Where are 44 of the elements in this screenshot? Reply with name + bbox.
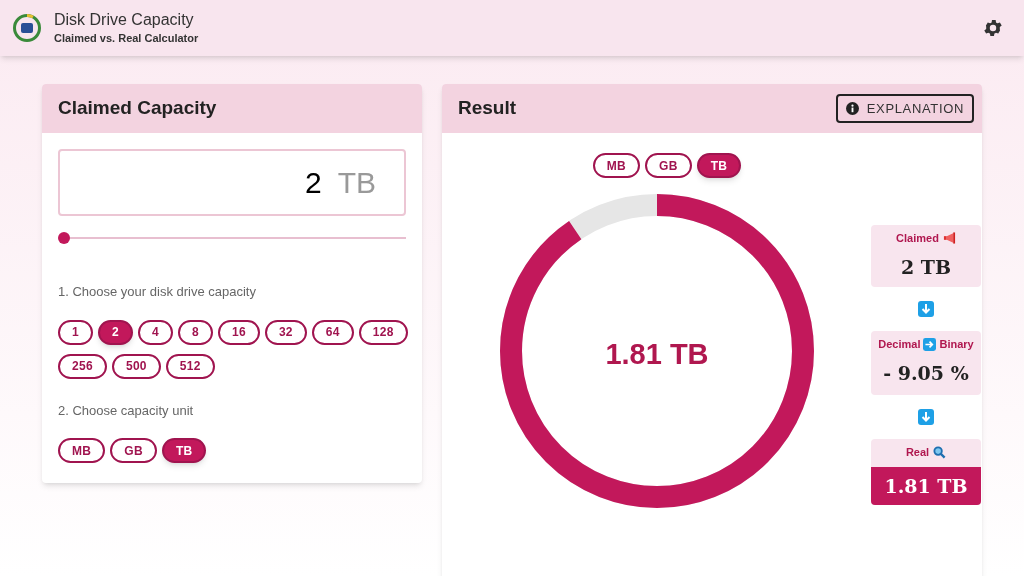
search-icon [933, 445, 947, 459]
chip[interactable]: 1 [58, 319, 93, 345]
instruction-text: 1. Choose your disk drive capacity [58, 283, 257, 301]
chip[interactable]: 500 [111, 353, 161, 379]
capacity-value: 2 [304, 165, 322, 201]
step-value: 1.81 TB [871, 466, 981, 505]
card-title: Claimed Capacity [58, 96, 217, 121]
donut-value: 1.81 TB [605, 337, 709, 369]
chip[interactable]: 32 [264, 319, 307, 345]
down-arrow-icon [918, 409, 934, 425]
down-arrow-icon [918, 301, 934, 317]
chip[interactable]: 4 [137, 319, 173, 345]
card-title: Result [458, 96, 517, 121]
chip[interactable]: 64 [311, 319, 354, 345]
chip[interactable]: MB [58, 438, 106, 463]
capacity-field[interactable]: 2 TB [58, 149, 406, 216]
chip[interactable]: 8 [177, 319, 213, 345]
capacity-unit: TB [337, 165, 376, 201]
chip[interactable]: 16 [217, 319, 260, 345]
chip[interactable]: 256 [58, 353, 107, 379]
chip[interactable]: GB [645, 153, 692, 178]
chip[interactable]: MB [592, 153, 640, 178]
app-title: Disk Drive Capacity [54, 9, 195, 30]
app-subtitle: Claimed vs. Real Calculator [54, 30, 199, 46]
chip[interactable]: TB [696, 153, 742, 178]
chip[interactable]: GB [110, 438, 157, 463]
app-logo-icon [12, 13, 42, 43]
chip[interactable]: 2 [98, 319, 133, 345]
step-value: - 9.05 % [883, 360, 969, 386]
step-label: Claimed [896, 231, 939, 246]
settings-icon [982, 17, 1004, 39]
megaphone-icon [942, 232, 956, 245]
step-value: 2 TB [899, 254, 952, 280]
right-arrow-icon [923, 337, 937, 351]
chip[interactable]: 512 [165, 353, 215, 379]
slider-thumb[interactable] [58, 232, 70, 244]
step-label: Real [905, 445, 930, 460]
step-label: Decimal [878, 337, 921, 352]
instruction-text: 2. Choose capacity unit [58, 401, 195, 420]
info-icon [845, 102, 859, 115]
step-label: Binary [939, 337, 974, 352]
chip[interactable]: 128 [358, 319, 408, 345]
chip[interactable]: TB [161, 438, 207, 463]
explanation-button[interactable]: EXPLANATION [835, 94, 974, 123]
